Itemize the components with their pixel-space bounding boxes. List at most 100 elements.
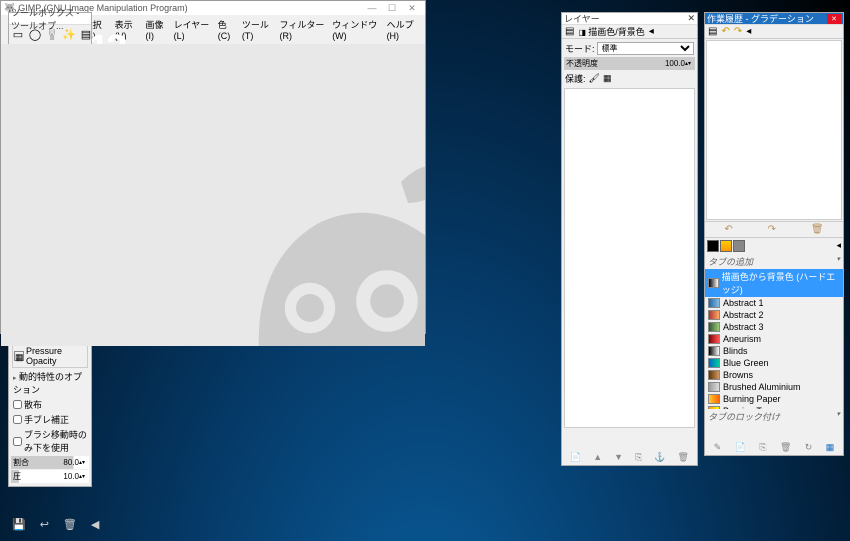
layer-mode-select[interactable]: 標準: [597, 42, 694, 55]
flow-slider[interactable]: 割合 80.0▴▾: [11, 456, 89, 469]
history-panel: 作業履歴 - グラデーション ✕ ▤ ↶ ↷ ◂ ↶ ↷ 🗑 ◂ タブの追加 ▾…: [704, 12, 844, 456]
duplicate-gradient-icon[interactable]: ⎘: [759, 442, 766, 453]
clear-history-icon[interactable]: 🗑: [811, 224, 824, 235]
gradient-swatch: [708, 310, 720, 320]
pressure-slider[interactable]: 圧 10.0▴▾: [11, 470, 89, 483]
delete-layer-icon[interactable]: 🗑: [677, 452, 688, 463]
gradient-swatch: [708, 346, 720, 356]
jitter-checkbox[interactable]: [13, 415, 22, 424]
layers-close-icon[interactable]: ✕: [687, 13, 695, 24]
menu-windows[interactable]: ウィンドウ(W): [329, 17, 382, 42]
layer-mode-label: モード:: [565, 42, 595, 55]
tab-add-label[interactable]: タブの追加: [708, 257, 753, 267]
palette-black[interactable]: [707, 240, 719, 252]
gradient-name: Aneurism: [723, 334, 761, 344]
history-titlebar[interactable]: 作業履歴 - グラデーション ✕: [705, 13, 843, 25]
duplicate-layer-icon[interactable]: ⎘: [635, 452, 642, 463]
gradient-item[interactable]: Blue Green: [705, 357, 843, 369]
rect-select-tool[interactable]: ▭: [10, 26, 26, 42]
by-color-select-tool[interactable]: ▤: [78, 26, 94, 42]
fuzzy-select-tool[interactable]: ✨: [61, 26, 77, 42]
gradient-name: Blue Green: [723, 358, 769, 368]
gradient-item[interactable]: Abstract 2: [705, 309, 843, 321]
redo-tab-icon[interactable]: ↷: [732, 26, 744, 37]
layers-list[interactable]: [564, 88, 695, 428]
history-tab-menu-icon[interactable]: ◂: [744, 26, 753, 37]
save-options-icon[interactable]: 💾: [12, 518, 26, 531]
new-layer-icon[interactable]: 📄: [570, 452, 581, 463]
undo-history-tab-icon[interactable]: ↶: [719, 26, 731, 37]
gradient-item[interactable]: Aneurism: [705, 333, 843, 345]
menu-image[interactable]: 画像(I): [142, 17, 169, 42]
gradient-item[interactable]: Abstract 1: [705, 297, 843, 309]
layer-opacity-slider[interactable]: 不透明度 100.0▴▾: [564, 57, 695, 70]
gradient-swatch: [708, 382, 720, 392]
menu-tools[interactable]: ツール(T): [239, 17, 276, 42]
dynamics-options[interactable]: 動的特性のオプション: [13, 372, 82, 395]
refresh-gradient-icon[interactable]: ↻: [805, 442, 813, 453]
gradient-swatch: [708, 278, 719, 288]
delete-gradient-icon[interactable]: 🗑: [780, 442, 791, 453]
gradient-item[interactable]: Blinds: [705, 345, 843, 357]
maximize-button[interactable]: ☐: [382, 3, 402, 14]
close-button[interactable]: ✕: [402, 3, 422, 14]
ellipse-select-tool[interactable]: ◯: [27, 26, 43, 42]
canvas-area[interactable]: [1, 44, 425, 346]
delete-options-icon[interactable]: 🗑: [63, 518, 77, 531]
scatter-checkbox[interactable]: [13, 400, 22, 409]
fgbg-tab[interactable]: ◨ 描画色/背景色: [576, 25, 646, 38]
palette-orange[interactable]: [720, 240, 732, 252]
history-close-button[interactable]: ✕: [827, 14, 841, 24]
layer-down-icon[interactable]: ▼: [614, 452, 623, 463]
gradient-name: Burning Transparency: [723, 406, 811, 409]
lock-pixels-icon[interactable]: 🖌: [589, 73, 600, 84]
gradient-menu-icon[interactable]: ▦: [826, 442, 835, 453]
gradient-item[interactable]: Browns: [705, 369, 843, 381]
gradient-swatch: [708, 322, 720, 332]
gradient-swatch: [708, 358, 720, 368]
gradient-swatch: [708, 334, 720, 344]
reset-options-icon[interactable]: ◀: [91, 518, 99, 531]
gradient-name: Abstract 3: [723, 322, 764, 332]
gradient-name: Browns: [723, 370, 753, 380]
history-list[interactable]: [706, 40, 842, 220]
layers-tab-icon[interactable]: ▤: [563, 26, 576, 37]
gradient-name: Abstract 1: [723, 298, 764, 308]
tab-menu-icon[interactable]: ◂: [647, 26, 656, 37]
layers-title: レイヤー: [564, 12, 600, 25]
gradient-item[interactable]: 描画色から背景色 (ハードエッジ): [705, 269, 843, 297]
lock-alpha-icon[interactable]: ▦: [603, 73, 612, 84]
history-nav: ↶ ↷ 🗑: [705, 221, 843, 238]
history-tab-icon[interactable]: ▤: [706, 26, 719, 37]
menu-filters[interactable]: フィルター(R): [277, 17, 329, 42]
redo-icon[interactable]: ↷: [768, 224, 776, 235]
lasso-tool[interactable]: 𓍰: [44, 26, 60, 42]
menu-help[interactable]: ヘルプ(H): [384, 17, 421, 42]
anchor-layer-icon[interactable]: ⚓: [654, 452, 665, 463]
layers-titlebar[interactable]: レイヤー ✕: [562, 13, 697, 25]
gradient-item[interactable]: Brushed Aluminium: [705, 381, 843, 393]
undo-icon[interactable]: ↶: [724, 224, 732, 235]
minimize-button[interactable]: —: [362, 3, 382, 13]
gradient-swatch: [708, 370, 720, 380]
palette-menu-icon[interactable]: ◂: [836, 240, 841, 252]
restore-options-icon[interactable]: ↩: [40, 518, 49, 531]
main-window: 🐺 GIMP (GNU Image Manipulation Program) …: [0, 0, 426, 334]
stroke-only-checkbox[interactable]: [13, 437, 22, 446]
layer-up-icon[interactable]: ▲: [593, 452, 602, 463]
palette-gray[interactable]: [733, 240, 745, 252]
edit-gradient-icon[interactable]: ✎: [714, 442, 722, 453]
toolbox-titlebar[interactable]: ツールボックス - ツールオプ...: [9, 13, 91, 25]
menu-colors[interactable]: 色(C): [215, 17, 238, 42]
tab-lock-label[interactable]: タブのロック付け: [708, 412, 780, 422]
gradient-bottom-buttons: ✎ 📄 ⎘ 🗑 ↻ ▦: [707, 442, 841, 453]
gradient-name: Brushed Aluminium: [723, 382, 801, 392]
gradient-item[interactable]: Burning Paper: [705, 393, 843, 405]
dynamics-icon[interactable]: ▦: [14, 351, 24, 361]
dynamics-value: Pressure Opacity: [26, 346, 86, 366]
layers-bottom-buttons: 📄 ▲ ▼ ⎘ ⚓ 🗑: [564, 452, 695, 463]
new-gradient-icon[interactable]: 📄: [735, 442, 746, 453]
gradient-name: 描画色から背景色 (ハードエッジ): [722, 270, 840, 296]
gradient-item[interactable]: Abstract 3: [705, 321, 843, 333]
menu-layer[interactable]: レイヤー(L): [171, 17, 214, 42]
